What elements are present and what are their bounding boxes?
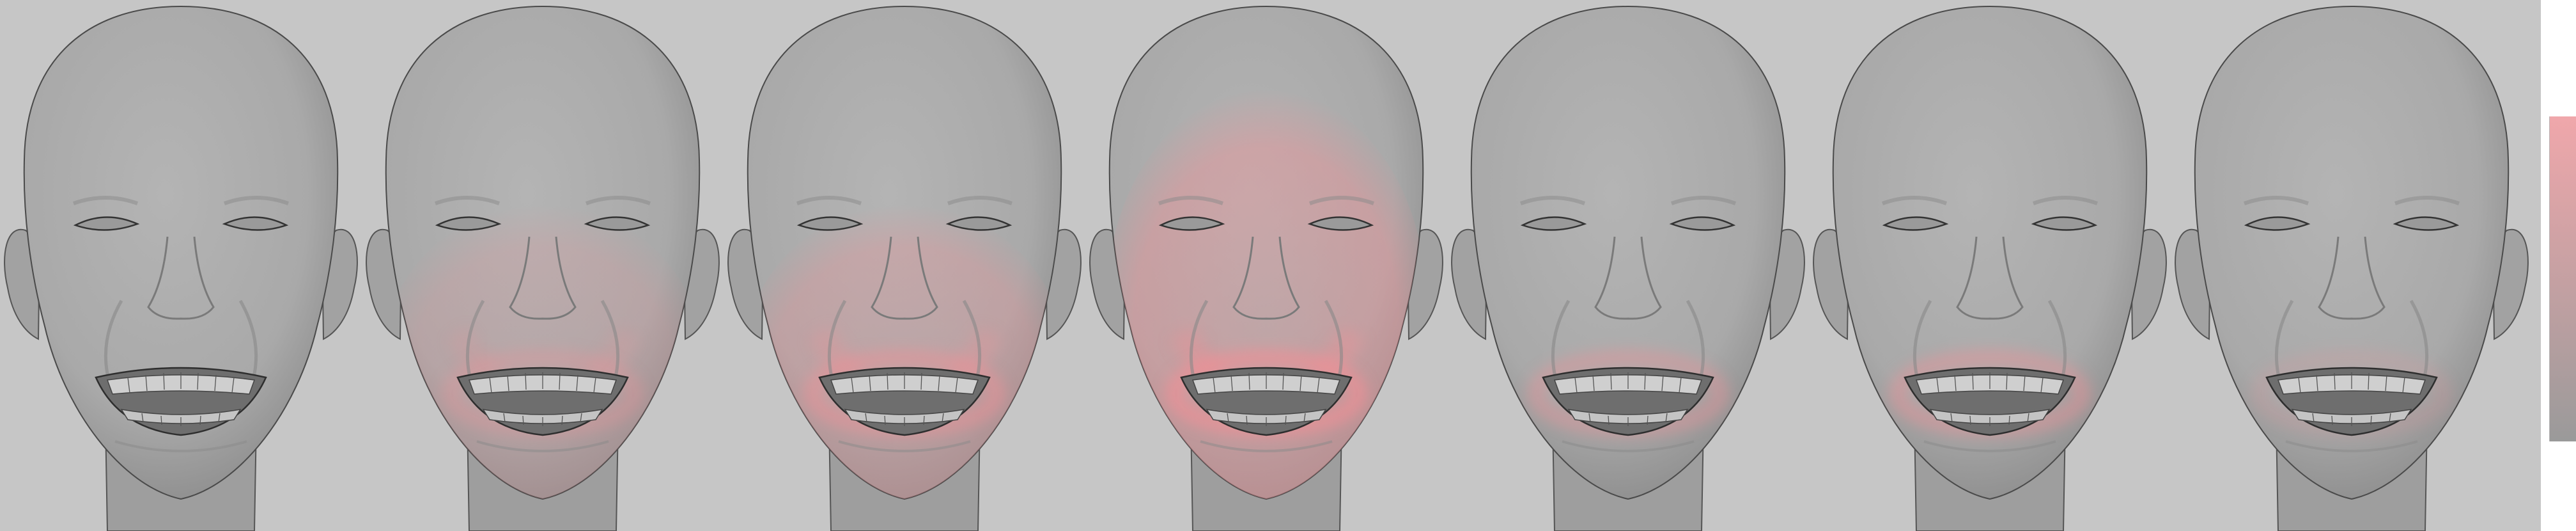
face-render-2: [362, 0, 724, 531]
face-render-4: [1085, 0, 1448, 531]
face-render-3: [724, 0, 1086, 531]
render-panel: [0, 0, 2541, 531]
face-render-7: [2171, 0, 2533, 531]
heatmap-colorbar: [2549, 116, 2576, 441]
face-render-6: [1809, 0, 2171, 531]
faces-row: [0, 0, 2541, 531]
face-render-1: [0, 0, 362, 531]
face-render-5: [1447, 0, 1810, 531]
